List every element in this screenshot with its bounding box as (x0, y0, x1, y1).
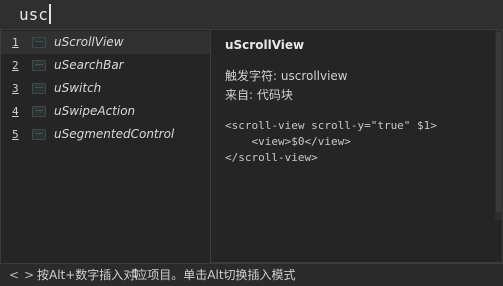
completion-item[interactable]: 5 uSegmentedControl (1, 123, 210, 146)
item-label: uSwitch (54, 81, 102, 95)
detail-source: 来自: 代码块 (225, 88, 293, 102)
snippet-icon (32, 60, 46, 71)
status-hint: 按Alt+数字插入对应项目。单击Alt切换插入模式 (37, 268, 296, 282)
detail-title: uScrollView (225, 38, 305, 52)
item-number: 5 (12, 128, 19, 141)
snippet-icon (32, 129, 46, 140)
code-line: <scroll-view scroll-y="true" $1> (225, 119, 437, 132)
text-caret (48, 4, 51, 24)
item-label: uScrollView (54, 35, 124, 49)
chevron-left-icon[interactable]: < (9, 264, 19, 286)
chevron-right-icon[interactable]: > (24, 264, 34, 286)
editor-line[interactable]: usc (0, 0, 503, 30)
status-bar: < > 按Alt+数字插入对应项目。单击Alt切换插入模式 ↕ (0, 263, 503, 286)
item-number: 2 (12, 59, 19, 72)
mouse-cursor-icon: ↕ (130, 267, 141, 282)
code-line: <view>$0</view> (225, 135, 351, 148)
snippet-icon (32, 106, 46, 117)
completion-item[interactable]: 1 uScrollView (1, 31, 210, 54)
typed-text[interactable]: usc (19, 4, 51, 26)
detail-trigger: 触发字符: uscrollview (225, 69, 348, 83)
item-label: uSwipeAction (54, 104, 136, 118)
snippet-icon (32, 37, 46, 48)
scrollbar-thumb[interactable] (496, 32, 501, 212)
completion-item[interactable]: 2 uSearchBar (1, 54, 210, 77)
completion-item[interactable]: 4 uSwipeAction (1, 100, 210, 123)
item-label: uSearchBar (54, 58, 124, 72)
completion-item[interactable]: 3 uSwitch (1, 77, 210, 100)
detail-panel: uScrollView 触发字符: uscrollview 来自: 代码块 <s… (212, 30, 502, 263)
item-number: 1 (12, 36, 19, 49)
typed-text-value: usc (19, 5, 48, 24)
item-number: 3 (12, 82, 19, 95)
completion-list: 1 uScrollView 2 uSearchBar 3 uSwitch 4 u… (1, 30, 211, 263)
snippet-icon (32, 83, 46, 94)
code-line: </scroll-view> (225, 151, 318, 164)
detail-scrollbar[interactable] (495, 30, 502, 220)
completion-popup: 1 uScrollView 2 uSearchBar 3 uSwitch 4 u… (0, 30, 503, 263)
item-label: uSegmentedControl (54, 127, 175, 141)
item-number: 4 (12, 105, 19, 118)
